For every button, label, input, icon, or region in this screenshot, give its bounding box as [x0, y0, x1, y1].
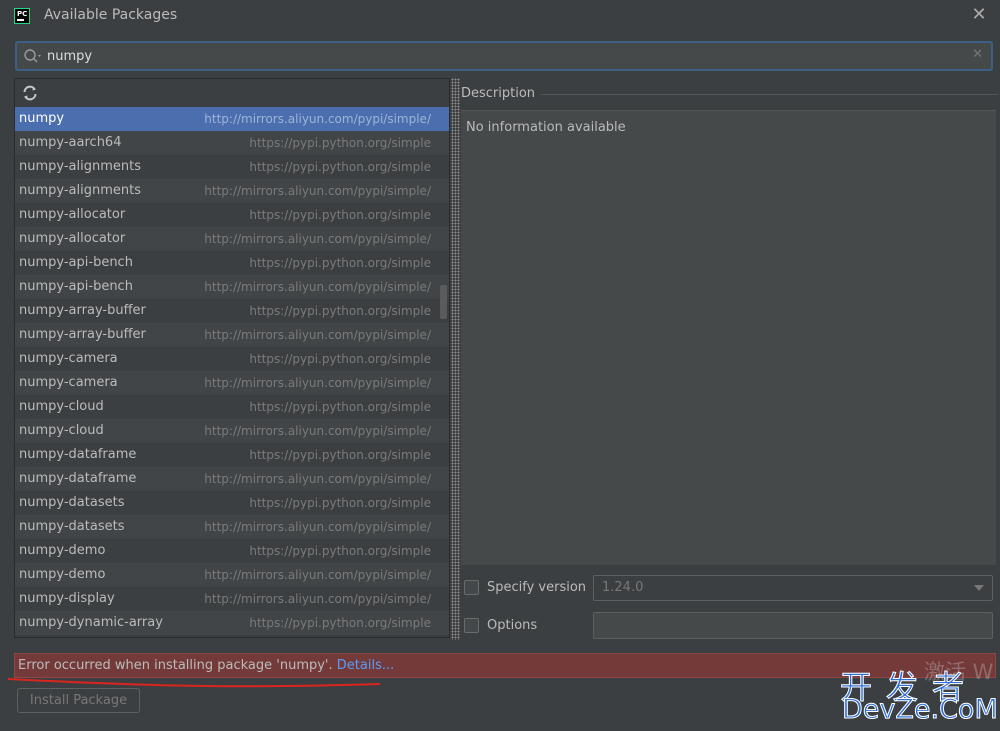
package-row[interactable]: numpy-array-buffer http://mirrors.aliyun.… — [15, 323, 449, 347]
version-value: 1.24.0 — [602, 580, 644, 595]
package-row[interactable]: numpy-allocator http://mirrors.aliyun.com… — [15, 227, 449, 251]
options-label: Options — [487, 618, 538, 633]
package-row[interactable]: numpy http://mirrors.aliyun.com/pypi/simp… — [15, 107, 449, 131]
description-box: No information available — [461, 110, 996, 565]
package-repository: https://pypi.python.org/simple — [249, 304, 431, 318]
title-bar: PC Available Packages ✕ — [0, 0, 1000, 32]
package-row[interactable]: numpy-alignments https://pypi.python.org/… — [15, 155, 449, 179]
package-row[interactable]: numpy-api-bench https://pypi.python.org/s… — [15, 251, 449, 275]
package-name: numpy-demo — [19, 543, 106, 558]
panel-splitter[interactable] — [451, 78, 460, 640]
package-row[interactable]: numpy-display http://mirrors.aliyun.com/p… — [15, 587, 449, 611]
package-name: numpy-dynamic-array — [19, 615, 163, 630]
package-name: numpy-allocator — [19, 231, 126, 246]
package-name: numpy-display — [19, 591, 115, 606]
package-row[interactable]: numpy-alignments http://mirrors.aliyun.co… — [15, 179, 449, 203]
package-row[interactable]: numpy-camera https://pypi.python.org/simp… — [15, 347, 449, 371]
package-row[interactable]: numpy-aarch64 https://pypi.python.org/sim… — [15, 131, 449, 155]
package-name: numpy-camera — [19, 375, 118, 390]
package-list-panel: numpy http://mirrors.aliyun.com/pypi/simp… — [14, 78, 450, 638]
app-icon-text: PC — [17, 10, 28, 18]
package-name: numpy — [19, 111, 65, 126]
package-name: numpy-dataframe — [19, 471, 137, 486]
package-row[interactable]: numpy-camera http://mirrors.aliyun.com/py… — [15, 371, 449, 395]
package-repository: http://mirrors.aliyun.com/pypi/simple/ — [204, 328, 431, 342]
description-text: No information available — [466, 120, 626, 135]
package-repository: http://mirrors.aliyun.com/pypi/simple/ — [204, 376, 431, 390]
description-divider — [540, 94, 998, 95]
package-repository: https://pypi.python.org/simple — [249, 256, 431, 270]
options-checkbox[interactable] — [464, 618, 479, 633]
package-repository: http://mirrors.aliyun.com/pypi/simple/ — [204, 280, 431, 294]
specify-version-label: Specify version — [487, 580, 587, 595]
specify-version-checkbox[interactable] — [464, 580, 479, 595]
options-input[interactable] — [593, 612, 993, 639]
package-repository: https://pypi.python.org/simple — [249, 400, 431, 414]
package-repository: https://pypi.python.org/simple — [249, 208, 431, 222]
chevron-down-icon — [974, 585, 984, 591]
package-row[interactable]: numpy-datasets http://mirrors.aliyun.com/… — [15, 515, 449, 539]
package-name: numpy-alignments — [19, 183, 142, 198]
install-package-button[interactable]: Install Package — [17, 688, 140, 713]
package-name: numpy-datasets — [19, 519, 125, 534]
package-name: numpy-datasets — [19, 495, 125, 510]
package-repository: http://mirrors.aliyun.com/pypi/simple/ — [204, 112, 431, 126]
package-repository: https://pypi.python.org/simple — [249, 496, 431, 510]
search-box[interactable]: ✕ — [15, 41, 993, 71]
window-title: Available Packages — [44, 7, 178, 23]
package-row[interactable]: numpy-api-bench http://mirrors.aliyun.com… — [15, 275, 449, 299]
list-toolbar — [15, 79, 449, 107]
package-row[interactable]: numpy-cloud https://pypi.python.org/simpl… — [15, 395, 449, 419]
package-name: numpy-cloud — [19, 423, 104, 438]
package-name: numpy-allocator — [19, 207, 126, 222]
clear-search-icon[interactable]: ✕ — [972, 47, 983, 62]
package-row[interactable]: numpy-demo http://mirrors.aliyun.com/pypi… — [15, 563, 449, 587]
error-message: Error occurred when installing package '… — [18, 658, 333, 673]
package-name: numpy-camera — [19, 351, 118, 366]
package-row[interactable]: numpy-allocator https://pypi.python.org/s… — [15, 203, 449, 227]
package-repository: http://mirrors.aliyun.com/pypi/simple/ — [204, 568, 431, 582]
package-row[interactable]: numpy-cloud http://mirrors.aliyun.com/pyp… — [15, 419, 449, 443]
package-repository: http://mirrors.aliyun.com/pypi/simple/ — [204, 472, 431, 486]
package-name: numpy-array-buffer — [19, 327, 146, 342]
error-details-link[interactable]: Details... — [337, 658, 394, 673]
package-name: numpy-array-buffer — [19, 303, 146, 318]
package-repository: http://mirrors.aliyun.com/pypi/simple/ — [204, 424, 431, 438]
package-repository: https://pypi.python.org/simple — [249, 160, 431, 174]
package-name: numpy-api-bench — [19, 279, 133, 294]
package-name: numpy-alignments — [19, 159, 142, 174]
package-repository: http://mirrors.aliyun.com/pypi/simple/ — [204, 520, 431, 534]
package-repository: http://mirrors.aliyun.com/pypi/simple/ — [204, 184, 431, 198]
package-name: numpy-aarch64 — [19, 135, 122, 150]
package-name: numpy-api-bench — [19, 255, 133, 270]
watermark-en: DevZe.CoM — [842, 694, 999, 726]
package-repository: https://pypi.python.org/simple — [249, 544, 431, 558]
pycharm-icon: PC — [14, 8, 30, 24]
version-select[interactable]: 1.24.0 — [593, 575, 993, 601]
refresh-icon[interactable] — [21, 84, 39, 102]
package-row[interactable]: numpy-dynamic-array https://pypi.python.o… — [15, 611, 449, 635]
package-row[interactable]: numpy-array-buffer https://pypi.python.or… — [15, 299, 449, 323]
description-title: Description — [461, 86, 536, 101]
package-row[interactable]: numpy-dataframe https://pypi.python.org/s… — [15, 443, 449, 467]
package-repository: https://pypi.python.org/simple — [249, 136, 431, 150]
package-name: numpy-cloud — [19, 399, 104, 414]
close-icon[interactable]: ✕ — [968, 4, 990, 26]
search-input[interactable] — [47, 45, 947, 67]
search-icon — [24, 49, 41, 63]
package-repository: https://pypi.python.org/simple — [249, 448, 431, 462]
package-repository: http://mirrors.aliyun.com/pypi/simple/ — [204, 592, 431, 606]
package-name: numpy-dataframe — [19, 447, 137, 462]
package-repository: https://pypi.python.org/simple — [249, 352, 431, 366]
package-list: numpy http://mirrors.aliyun.com/pypi/simp… — [15, 107, 449, 635]
package-row[interactable]: numpy-datasets https://pypi.python.org/si… — [15, 491, 449, 515]
package-repository: https://pypi.python.org/simple — [249, 616, 431, 630]
package-row[interactable]: numpy-demo https://pypi.python.org/simple — [15, 539, 449, 563]
package-name: numpy-demo — [19, 567, 106, 582]
package-repository: http://mirrors.aliyun.com/pypi/simple/ — [204, 232, 431, 246]
package-row[interactable]: numpy-dataframe http://mirrors.aliyun.com… — [15, 467, 449, 491]
list-scrollbar[interactable] — [440, 285, 447, 319]
